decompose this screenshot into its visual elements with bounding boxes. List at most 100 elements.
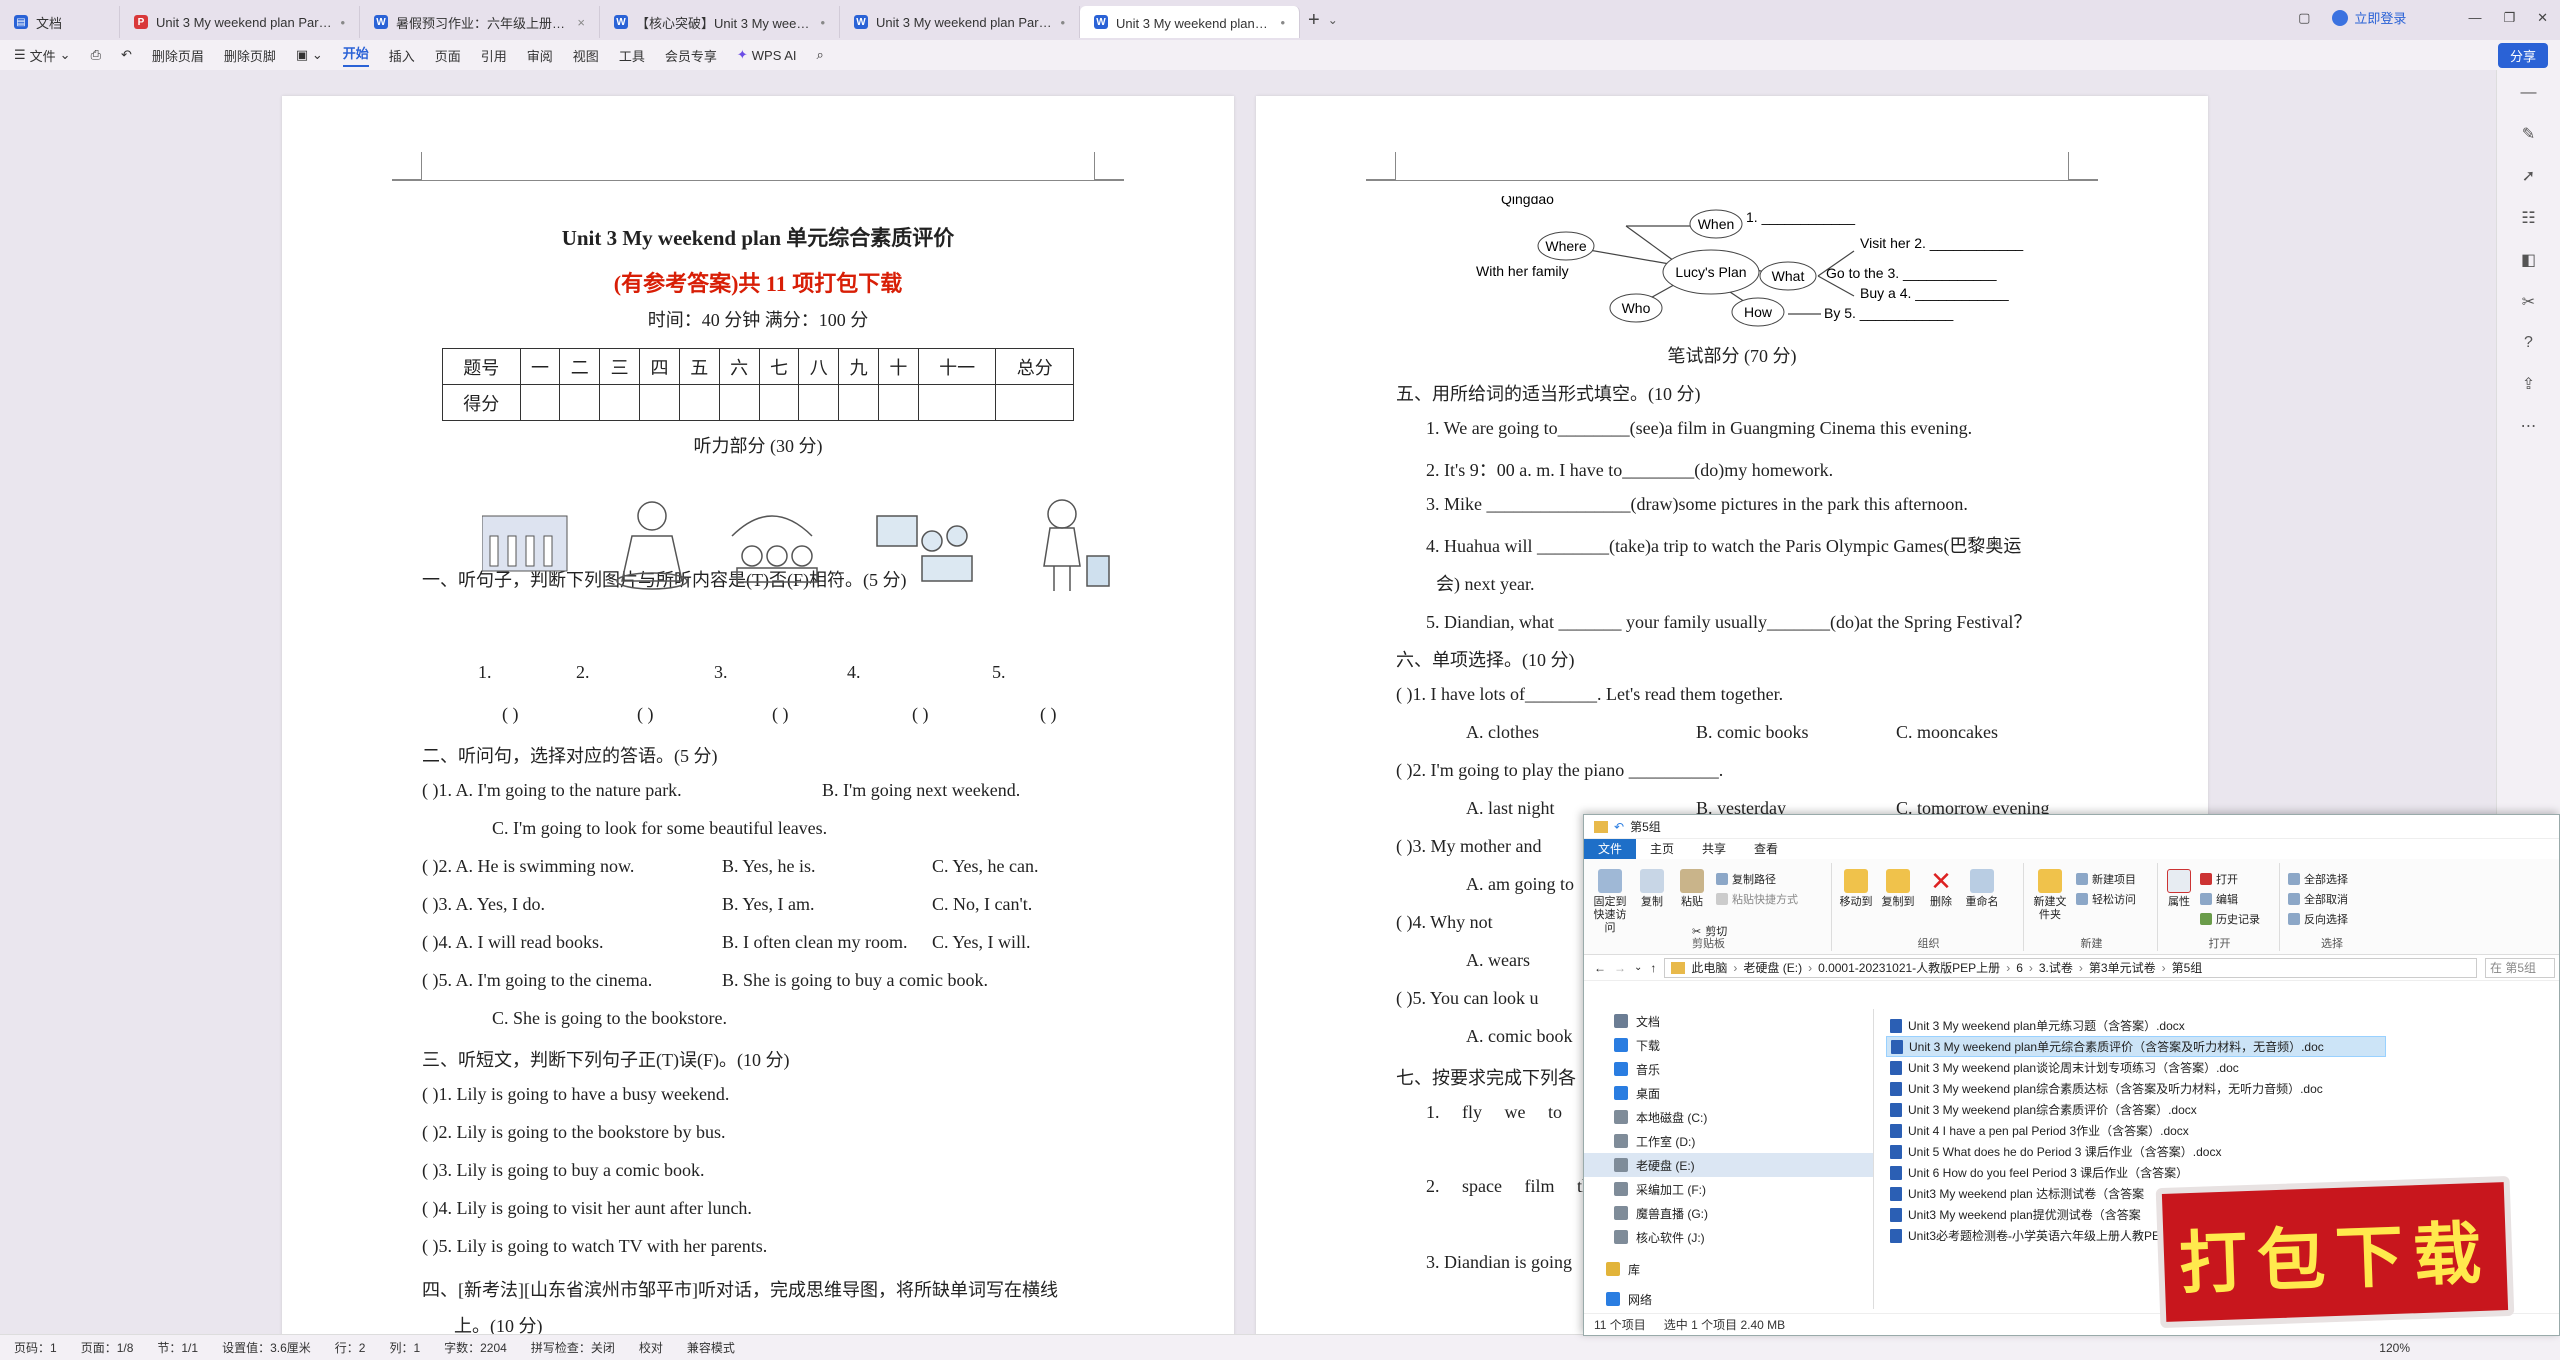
nav-item[interactable]: 核心软件 (J:) bbox=[1584, 1225, 1873, 1249]
format-icon[interactable]: ▣ ⌄ bbox=[296, 47, 323, 63]
tab-documents[interactable]: ▤ 文档 bbox=[0, 6, 120, 38]
score-cell[interactable] bbox=[599, 384, 641, 421]
pen-icon[interactable]: ✎ bbox=[2522, 124, 2535, 144]
select-all-button[interactable]: 全部选择 bbox=[2288, 871, 2348, 887]
search-icon[interactable]: ⌕ bbox=[817, 47, 824, 63]
breadcrumb-item[interactable]: 第3单元试卷 bbox=[2089, 959, 2156, 976]
file-row[interactable]: Unit 3 My weekend plan单元练习题（含答案）.docx bbox=[1886, 1015, 2386, 1036]
new-tab-button[interactable]: + bbox=[1300, 9, 1328, 32]
tab-home[interactable]: 开始 bbox=[342, 43, 369, 67]
tab-insert[interactable]: 插入 bbox=[389, 46, 415, 65]
open-button[interactable]: 打开 bbox=[2200, 871, 2238, 887]
chevron-right-icon[interactable]: › bbox=[2162, 961, 2166, 975]
zoom-level[interactable]: 120% bbox=[2379, 1341, 2410, 1355]
chevron-right-icon[interactable]: › bbox=[1733, 961, 1737, 975]
tab-pdf[interactable]: P Unit 3 My weekend plan Part A.pd • bbox=[120, 6, 360, 38]
file-row[interactable]: Unit 3 My weekend plan综合素质达标（含答案及听力材料，无听… bbox=[1886, 1078, 2386, 1099]
file-row[interactable]: Unit 3 My weekend plan谈论周末计划专项练习（含答案）.do… bbox=[1886, 1057, 2386, 1078]
file-row[interactable]: Unit 6 How do you feel Period 3 课后作业（含答案… bbox=[1886, 1162, 2386, 1183]
shape-icon[interactable]: ◧ bbox=[2521, 250, 2536, 270]
undo-icon[interactable]: ↶ bbox=[121, 47, 132, 63]
properties-button[interactable]: 属性 bbox=[2164, 869, 2194, 909]
breadcrumb-item[interactable]: 第5组 bbox=[2172, 959, 2203, 976]
nav-item[interactable]: 工作室 (D:) bbox=[1584, 1129, 1873, 1153]
breadcrumb-item[interactable]: 3.试卷 bbox=[2039, 959, 2073, 976]
nav-item[interactable]: 桌面 bbox=[1584, 1081, 1873, 1105]
save-icon[interactable]: ⎙ bbox=[91, 47, 101, 63]
file-row[interactable]: Unit 3 My weekend plan综合素质评价（含答案）.docx bbox=[1886, 1099, 2386, 1120]
status-row[interactable]: 行：2 bbox=[335, 1339, 366, 1356]
tab-tools[interactable]: 工具 bbox=[619, 46, 645, 65]
chevron-right-icon[interactable]: › bbox=[2079, 961, 2083, 975]
explorer-tab-share[interactable]: 共享 bbox=[1688, 839, 1740, 859]
new-item-button[interactable]: 新建项目 bbox=[2076, 871, 2136, 887]
login-link[interactable]: 立即登录 bbox=[2332, 8, 2406, 27]
search-input[interactable]: 在 第5组 bbox=[2485, 957, 2555, 978]
score-cell[interactable] bbox=[917, 384, 997, 421]
score-cell[interactable] bbox=[758, 384, 800, 421]
nav-item[interactable]: 本地磁盘 (C:) bbox=[1584, 1105, 1873, 1129]
minimize-icon[interactable]: — bbox=[2468, 10, 2481, 25]
chevron-right-icon[interactable]: › bbox=[2006, 961, 2010, 975]
nav-item[interactable]: 网络 bbox=[1584, 1287, 1873, 1311]
close-icon[interactable]: • bbox=[820, 15, 825, 30]
nav-item[interactable]: 采编加工 (F:) bbox=[1584, 1177, 1873, 1201]
score-cell[interactable] bbox=[639, 384, 680, 421]
help-icon[interactable]: ? bbox=[2524, 334, 2533, 352]
restore-icon[interactable]: ❐ bbox=[2503, 10, 2515, 26]
explorer-tab-home[interactable]: 主页 bbox=[1636, 839, 1688, 859]
nav-item[interactable]: 音乐 bbox=[1584, 1057, 1873, 1081]
forward-icon[interactable]: → bbox=[1614, 961, 1626, 975]
quick-access-icon[interactable]: ↶ bbox=[1614, 820, 1624, 834]
tab-word-2[interactable]: W 暑假预习作业：六年级上册人教PE × bbox=[360, 6, 600, 38]
share-button[interactable]: 分享 bbox=[2497, 43, 2548, 68]
chevron-down-icon[interactable]: ⌄ bbox=[1328, 13, 1338, 27]
status-page[interactable]: 页码：1 bbox=[14, 1339, 57, 1356]
settings-icon[interactable]: ☷ bbox=[2521, 208, 2535, 228]
file-menu[interactable]: ☰ 文件 ⌄ bbox=[14, 46, 71, 65]
breadcrumb-item[interactable]: 6 bbox=[2016, 961, 2023, 975]
file-row[interactable]: Unit 3 My weekend plan单元综合素质评价（含答案及听力材料，… bbox=[1886, 1036, 2386, 1057]
nav-item[interactable]: 老硬盘 (E:) bbox=[1584, 1153, 1873, 1177]
more-icon[interactable]: ⋯ bbox=[2521, 416, 2537, 436]
status-col[interactable]: 列：1 bbox=[389, 1339, 420, 1356]
close-icon[interactable]: • bbox=[1060, 15, 1065, 30]
easy-access-button[interactable]: 轻松访问 bbox=[2076, 891, 2136, 907]
dropdown-icon[interactable]: ⌄ bbox=[1634, 962, 1642, 973]
tab-word-3[interactable]: W 【核心突破】Unit 3 My weekend • bbox=[600, 6, 840, 38]
copy-path-button[interactable]: 复制路径 bbox=[1716, 871, 1776, 887]
status-wordcount[interactable]: 字数：2204 bbox=[444, 1339, 507, 1356]
back-icon[interactable]: ← bbox=[1594, 961, 1606, 975]
share-icon[interactable]: ⇪ bbox=[2522, 374, 2535, 394]
pin-button[interactable]: 固定到快速访问 bbox=[1590, 869, 1630, 935]
status-spellcheck[interactable]: 拼写检查：关闭 bbox=[531, 1339, 615, 1356]
status-proof[interactable]: 校对 bbox=[639, 1339, 663, 1356]
score-cell[interactable] bbox=[718, 384, 760, 421]
status-setting[interactable]: 设置值：3.6厘米 bbox=[222, 1339, 311, 1356]
paste-shortcut-button[interactable]: 粘贴快捷方式 bbox=[1716, 891, 1798, 907]
tab-word-4[interactable]: W Unit 3 My weekend plan Part B • bbox=[840, 6, 1080, 38]
file-row[interactable]: Unit 5 What does he do Period 3 课后作业（含答案… bbox=[1886, 1141, 2386, 1162]
history-button[interactable]: 历史记录 bbox=[2200, 911, 2260, 927]
minus-icon[interactable]: — bbox=[2521, 84, 2537, 102]
wps-ai-button[interactable]: ✦ WPS AI bbox=[737, 47, 797, 63]
cursor-icon[interactable]: ➚ bbox=[2522, 166, 2535, 186]
status-pages[interactable]: 页面：1/8 bbox=[81, 1339, 134, 1356]
download-banner[interactable]: 打包下载 bbox=[2155, 1175, 2515, 1329]
tab-references[interactable]: 引用 bbox=[481, 46, 507, 65]
copy-button[interactable]: 复制 bbox=[1636, 869, 1668, 909]
paste-button[interactable]: 粘贴 bbox=[1676, 869, 1708, 909]
tab-view[interactable]: 视图 bbox=[573, 46, 599, 65]
score-cell[interactable] bbox=[798, 384, 840, 421]
score-cell[interactable] bbox=[838, 384, 880, 421]
address-path[interactable]: 此电脑 › 老硬盘 (E:) › 0.0001-20231021-人教版PEP上册 › 6 ›… bbox=[1664, 957, 2477, 978]
move-to-button[interactable]: 移动到 bbox=[1838, 869, 1874, 909]
explorer-tab-file[interactable]: 文件 bbox=[1584, 839, 1637, 859]
tab-word-active[interactable]: W Unit 3 My weekend plan单元 • bbox=[1080, 6, 1300, 38]
status-section[interactable]: 节：1/1 bbox=[157, 1339, 198, 1356]
remove-header-button[interactable]: 删除页眉 bbox=[152, 46, 204, 65]
nav-item[interactable]: 魔兽直播 (G:) bbox=[1584, 1201, 1873, 1225]
file-row[interactable]: Unit 4 I have a pen pal Period 3作业（含答案）.… bbox=[1886, 1120, 2386, 1141]
edit-button[interactable]: 编辑 bbox=[2200, 891, 2238, 907]
layout-icon[interactable]: ▢ bbox=[2298, 10, 2310, 26]
